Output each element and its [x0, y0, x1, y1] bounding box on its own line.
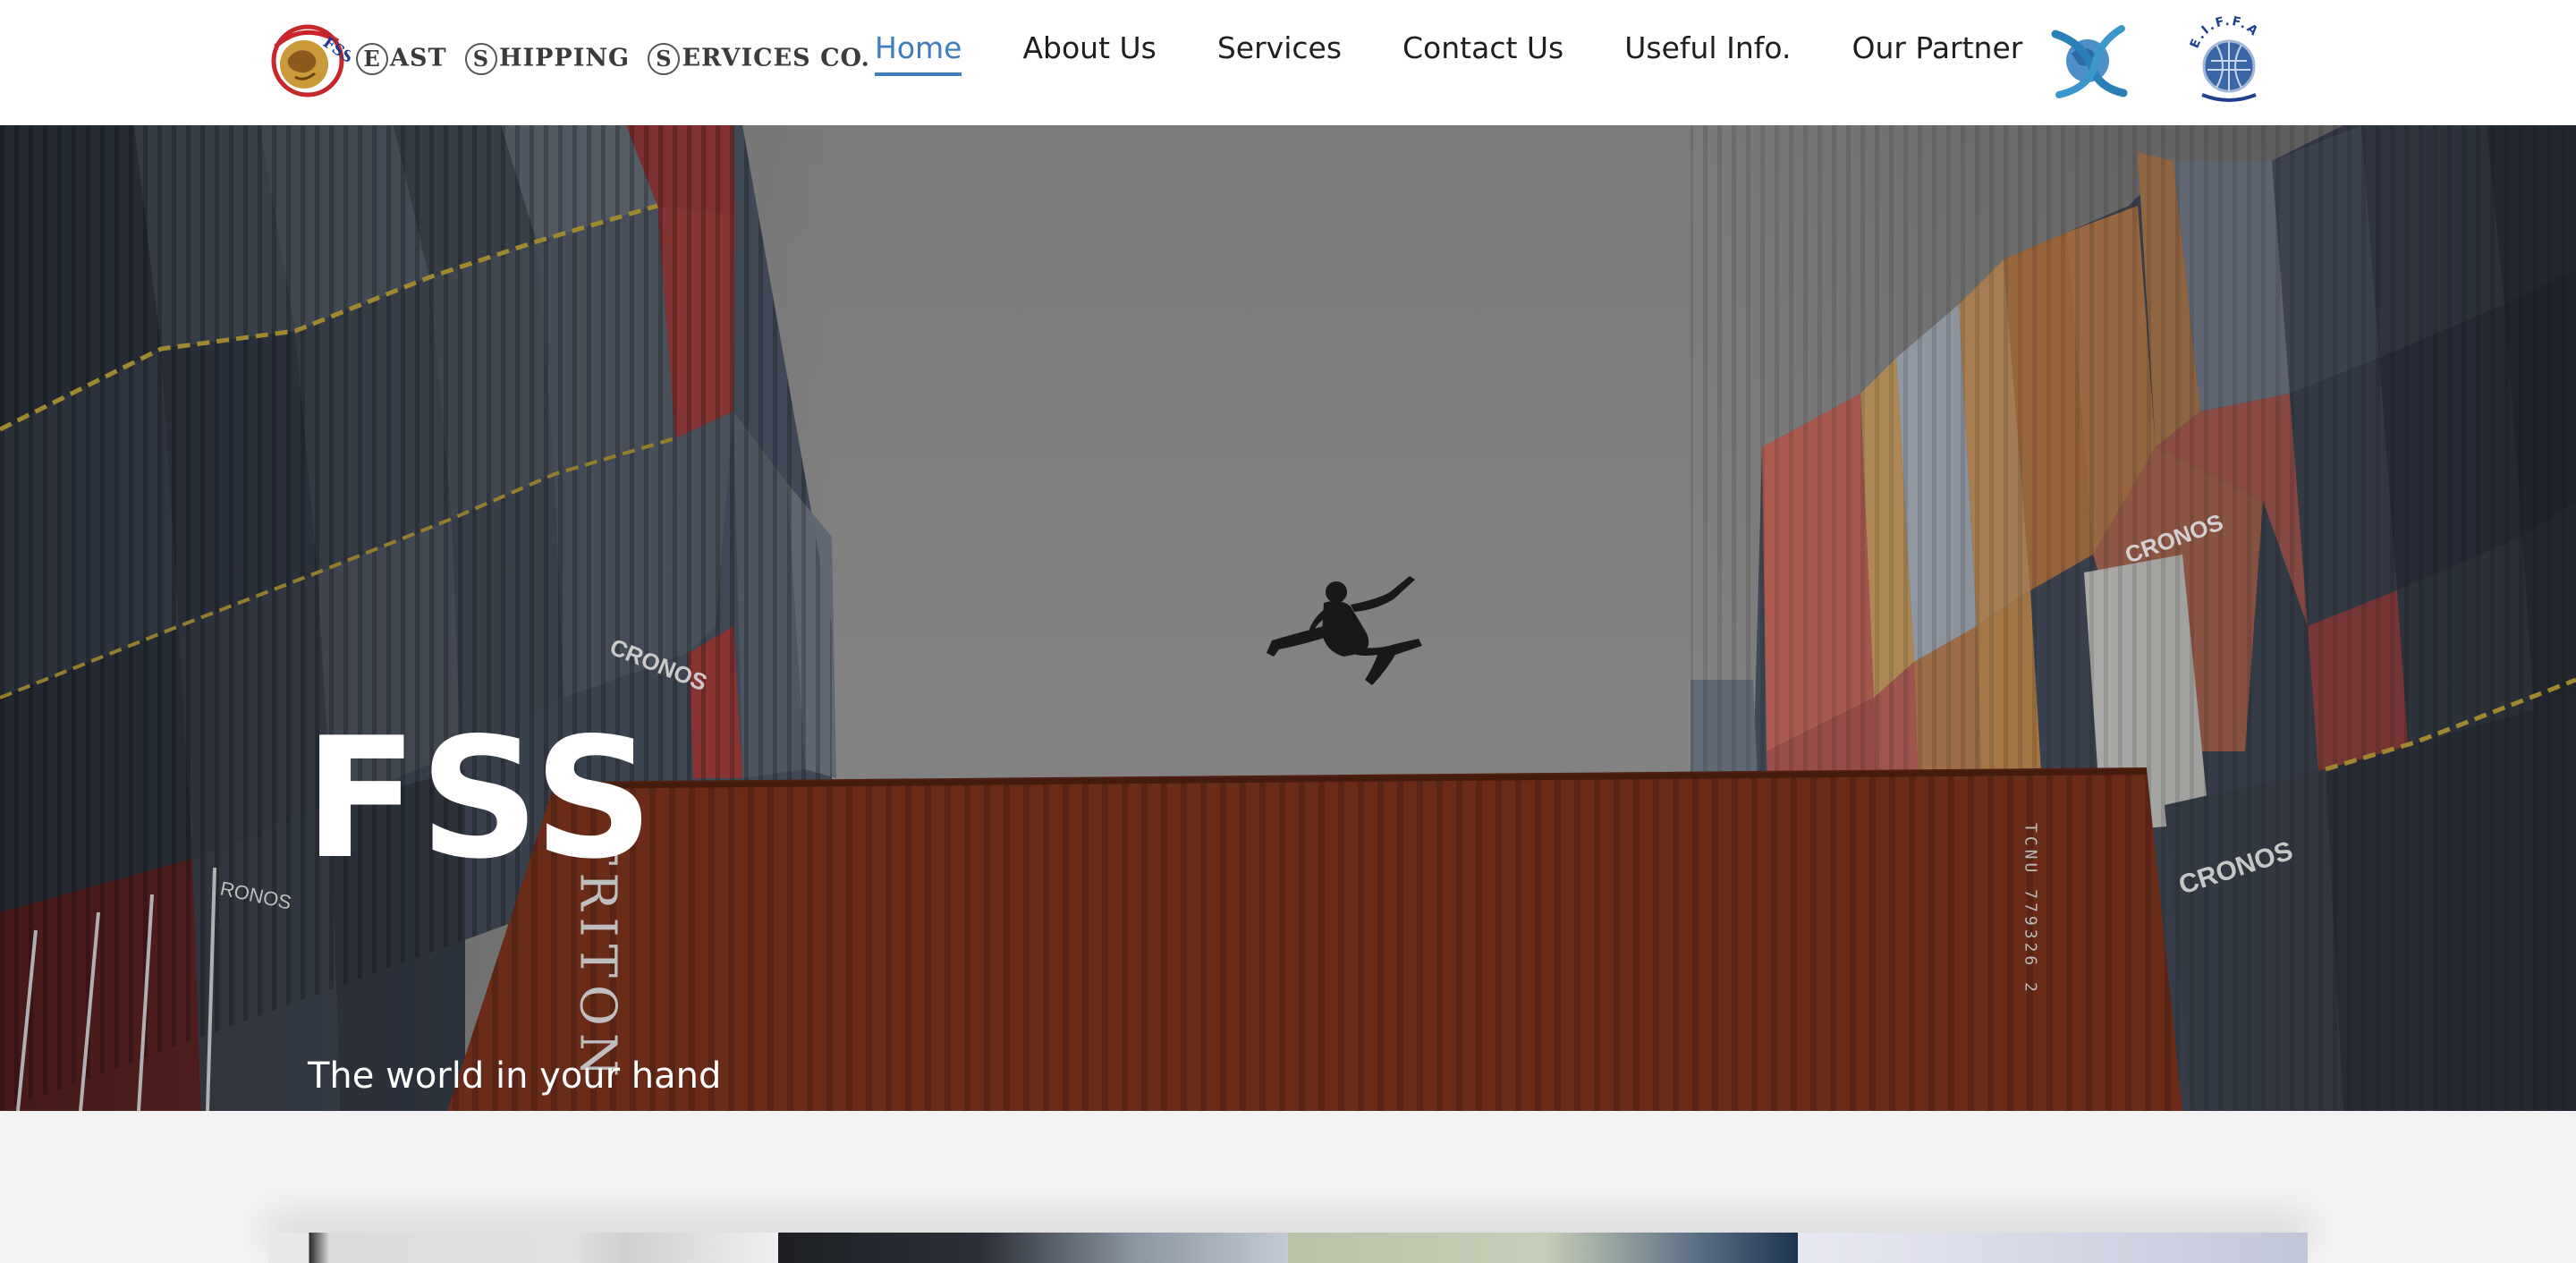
- company-name: E AST S HIPPING S ERVICES CO.: [356, 43, 870, 75]
- service-card-image[interactable]: [1288, 1233, 1798, 1263]
- nav-contact-us[interactable]: Contact Us: [1402, 30, 1563, 76]
- service-card-image[interactable]: [268, 1233, 778, 1263]
- service-card-image[interactable]: [1798, 1233, 2308, 1263]
- eifa-partner-logo-icon[interactable]: E.I.F.F.A: [2184, 14, 2274, 106]
- hero-title: FSS: [304, 701, 656, 895]
- site-header: FSS E AST S HIPPING S ERVICES CO. Home Abou…: [0, 0, 2576, 125]
- nav-services[interactable]: Services: [1217, 30, 1342, 76]
- main-nav: Home About Us Services Contact Us Useful…: [875, 30, 2083, 76]
- globe-ribbon-partner-logo-icon[interactable]: [2045, 16, 2134, 106]
- fss-logo-mark-icon: FSS: [268, 20, 356, 98]
- nav-our-partner[interactable]: Our Partner: [1852, 30, 2022, 76]
- service-card-image[interactable]: [778, 1233, 1288, 1263]
- nav-home[interactable]: Home: [875, 30, 962, 76]
- hero-background-image: RONOS CRONOS: [0, 125, 2576, 1111]
- nav-useful-info[interactable]: Useful Info.: [1624, 30, 1791, 76]
- page: FSS E AST S HIPPING S ERVICES CO. Home Abou…: [0, 0, 2576, 1263]
- site-logo[interactable]: FSS E AST S HIPPING S ERVICES CO.: [268, 20, 870, 98]
- hero-subtitle: The world in your hand: [308, 1055, 722, 1097]
- hero-banner: RONOS CRONOS: [0, 125, 2576, 1111]
- service-cards: [268, 1233, 2308, 1263]
- nav-about-us[interactable]: About Us: [1022, 30, 1156, 76]
